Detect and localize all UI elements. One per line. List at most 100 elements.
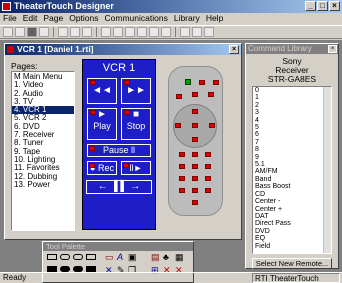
menu-page[interactable]: Page bbox=[43, 13, 63, 24]
pages-label: Pages: bbox=[11, 61, 38, 71]
close-button[interactable]: × bbox=[329, 1, 340, 11]
toolbar bbox=[0, 25, 342, 39]
menu-edit[interactable]: Edit bbox=[23, 13, 38, 24]
command-item[interactable]: 6 bbox=[255, 131, 331, 138]
navigation-bar[interactable]: ← ▐ ▌ → bbox=[86, 180, 152, 194]
toolbar-separator bbox=[175, 27, 176, 37]
command-tag bbox=[192, 109, 198, 114]
command-tag bbox=[179, 188, 185, 193]
status-bar: Ready RTI TheaterTouch bbox=[0, 272, 342, 283]
cut-icon[interactable] bbox=[58, 27, 68, 37]
minimize-button[interactable]: _ bbox=[305, 1, 316, 11]
menu-help[interactable]: Help bbox=[206, 13, 223, 24]
group-tool-icon[interactable]: ♣ bbox=[163, 253, 169, 262]
command-tag bbox=[192, 123, 198, 128]
new-icon[interactable] bbox=[3, 27, 13, 37]
pages-list[interactable]: M Main Menu 1. Video 2. Audio 3. TV 4. V… bbox=[11, 71, 75, 231]
rounded-rect-tool-icon[interactable] bbox=[60, 254, 70, 260]
menu-options[interactable]: Options bbox=[69, 13, 98, 24]
outline-tool-icon[interactable] bbox=[86, 254, 96, 260]
menu-communications[interactable]: Communications bbox=[105, 13, 168, 24]
macro-tag bbox=[185, 79, 191, 85]
command-item[interactable]: Band bbox=[255, 176, 331, 183]
command-item[interactable]: Field bbox=[255, 243, 331, 250]
vcr-window-close-button[interactable]: × bbox=[229, 45, 239, 54]
command-tag bbox=[209, 123, 215, 128]
app-title: TheaterTouch Designer bbox=[14, 1, 114, 11]
download-icon[interactable] bbox=[161, 27, 171, 37]
command-tag bbox=[124, 110, 130, 115]
command-item[interactable]: 7 bbox=[255, 139, 331, 146]
page-item[interactable]: 13. Power bbox=[12, 180, 74, 189]
rectangle-tool-icon[interactable] bbox=[47, 254, 57, 260]
print-icon[interactable] bbox=[39, 27, 49, 37]
select-new-remote-button[interactable]: Select New Remote... bbox=[252, 258, 332, 269]
command-tag bbox=[179, 176, 185, 181]
vcr-page-window: VCR 1 [Daniel 1.rti] × Pages: M Main Men… bbox=[4, 43, 242, 240]
command-item[interactable]: AM/FM bbox=[255, 168, 331, 175]
page-icon[interactable] bbox=[101, 27, 111, 37]
ellipse-tool-icon[interactable] bbox=[73, 254, 83, 260]
library-close-button[interactable]: × bbox=[328, 45, 337, 53]
help-icon[interactable] bbox=[204, 27, 214, 37]
command-tag bbox=[208, 92, 214, 97]
grid-icon[interactable] bbox=[137, 27, 147, 37]
play-label: Play bbox=[93, 121, 111, 131]
command-list[interactable]: 0 1 2 3 4 5 6 7 8 9 5.1 AM/FM Band Bass … bbox=[252, 86, 332, 254]
command-tag bbox=[192, 200, 198, 205]
command-item[interactable]: EQ bbox=[255, 235, 331, 242]
command-tag bbox=[175, 123, 181, 128]
pause-button[interactable]: Pause ll bbox=[87, 144, 151, 157]
command-item[interactable]: 8 bbox=[255, 146, 331, 153]
remote-icon[interactable] bbox=[180, 27, 190, 37]
record-label: Rec bbox=[97, 163, 114, 173]
command-item[interactable]: 4 bbox=[255, 117, 331, 124]
page-delete-icon[interactable] bbox=[125, 27, 135, 37]
toolbar-separator bbox=[53, 27, 54, 37]
command-item[interactable]: Center - bbox=[255, 198, 331, 205]
command-tag bbox=[123, 163, 129, 168]
command-item[interactable]: DAT bbox=[255, 213, 331, 220]
menu-bar: File Edit Page Options Communications Li… bbox=[0, 13, 342, 24]
layout-tool-icon[interactable]: ▦ bbox=[175, 253, 184, 262]
command-item[interactable]: 3 bbox=[255, 109, 331, 116]
menu-file[interactable]: File bbox=[3, 13, 17, 24]
command-item[interactable]: DVD bbox=[255, 228, 331, 235]
command-tag bbox=[192, 188, 198, 193]
command-item[interactable]: 5 bbox=[255, 124, 331, 131]
app-icon bbox=[2, 2, 11, 11]
button-tool-icon[interactable]: ▭ bbox=[105, 253, 114, 262]
test-icon[interactable] bbox=[149, 27, 159, 37]
maximize-button[interactable]: □ bbox=[317, 1, 328, 11]
text-tool-icon[interactable]: A bbox=[117, 253, 123, 262]
command-tag bbox=[199, 80, 205, 85]
status-text: Ready bbox=[3, 273, 27, 282]
menu-library[interactable]: Library bbox=[174, 13, 200, 24]
command-item[interactable]: 0 bbox=[255, 87, 331, 94]
command-item[interactable]: 5.1 bbox=[255, 161, 331, 168]
library-icon[interactable] bbox=[192, 27, 202, 37]
command-item[interactable]: CD bbox=[255, 191, 331, 198]
save-icon[interactable] bbox=[27, 27, 37, 37]
command-item[interactable]: 1 bbox=[255, 94, 331, 101]
command-tag bbox=[205, 176, 211, 181]
page-link-tool-icon[interactable]: ▤ bbox=[151, 253, 160, 262]
paste-icon[interactable] bbox=[82, 27, 92, 37]
touchscreen-remote-preview: VCR 1 ◄◄ ►► ► Play ■ Stop Pause ll ● Rec l… bbox=[82, 59, 156, 230]
command-tag bbox=[192, 152, 198, 157]
remote-page-title: VCR 1 bbox=[102, 62, 136, 74]
document-icon bbox=[7, 46, 14, 53]
vcr-window-title: VCR 1 [Daniel 1.rti] bbox=[17, 44, 94, 54]
page-copy-icon[interactable] bbox=[113, 27, 123, 37]
command-item[interactable]: 9 bbox=[255, 154, 331, 161]
command-tag bbox=[124, 80, 130, 85]
command-list-scrollbar[interactable] bbox=[323, 87, 331, 253]
command-item[interactable]: 2 bbox=[255, 102, 331, 109]
image-tool-icon[interactable]: ▣ bbox=[128, 253, 137, 262]
command-item[interactable]: Center + bbox=[255, 206, 331, 213]
command-item[interactable]: Bass Boost bbox=[255, 183, 331, 190]
copy-icon[interactable] bbox=[70, 27, 80, 37]
command-tag bbox=[176, 94, 182, 99]
open-icon[interactable] bbox=[15, 27, 25, 37]
command-item[interactable]: Direct Pass bbox=[255, 220, 331, 227]
